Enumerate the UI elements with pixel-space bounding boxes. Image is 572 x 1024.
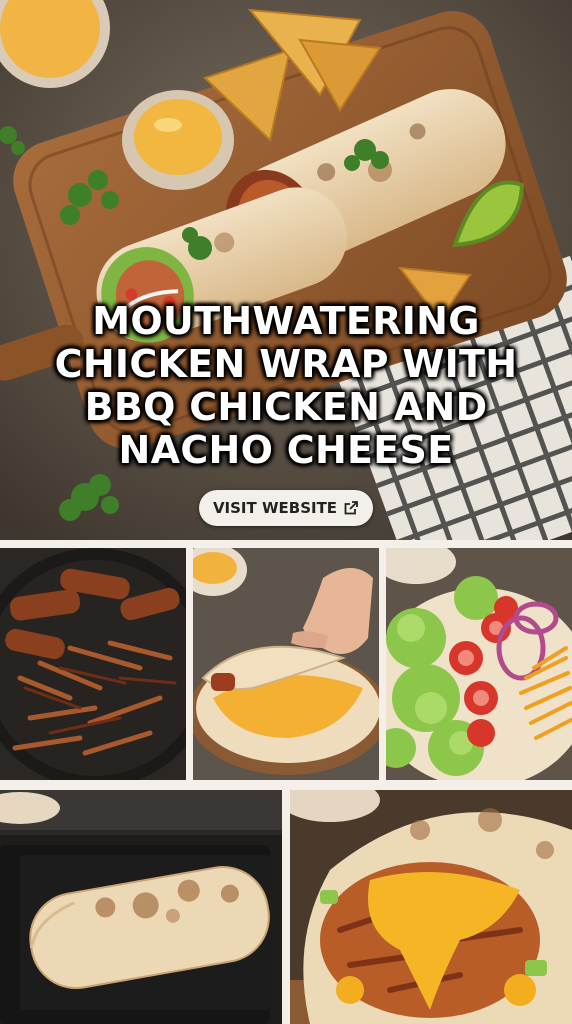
step-photo-chicken-skillet <box>0 548 186 780</box>
hero-photo: MOUTHWATERING CHICKEN WRAP WITH BBQ CHIC… <box>0 0 572 540</box>
title-line-3: BBQ CHICKEN AND <box>84 385 488 429</box>
chicken-skillet-image <box>0 548 186 780</box>
visit-website-label: VISIT WEBSITE <box>212 499 338 517</box>
external-link-icon <box>344 501 358 515</box>
folding-tortilla-image <box>193 548 379 780</box>
step-photo-fresh-toppings <box>386 548 572 780</box>
title-line-1: MOUTHWATERING <box>92 299 480 343</box>
step-photo-folding-tortilla <box>193 548 379 780</box>
recipe-pin: MOUTHWATERING CHICKEN WRAP WITH BBQ CHIC… <box>0 0 572 1024</box>
cut-wrap-image <box>290 790 572 1024</box>
hero-title: MOUTHWATERING CHICKEN WRAP WITH BBQ CHIC… <box>0 300 572 472</box>
fresh-toppings-image <box>386 548 572 780</box>
title-line-4: NACHO CHEESE <box>118 428 454 472</box>
step-photo-griddle-wrap <box>0 790 282 1024</box>
step-photo-cut-wrap <box>290 790 572 1024</box>
visit-website-button[interactable]: VISIT WEBSITE <box>199 490 373 526</box>
title-line-2: CHICKEN WRAP WITH <box>54 342 518 386</box>
griddle-wrap-image <box>0 790 282 1024</box>
